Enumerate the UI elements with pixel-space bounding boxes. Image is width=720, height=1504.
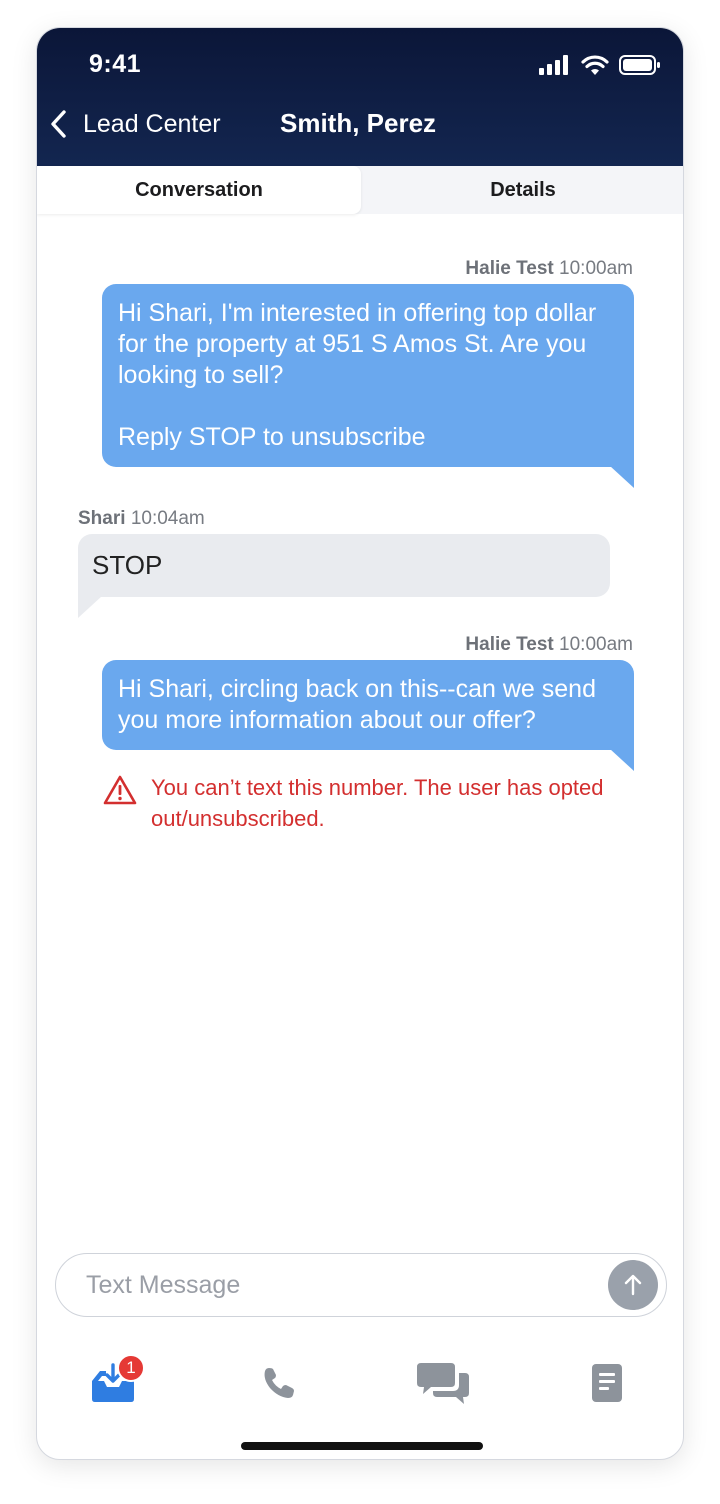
tab-conversation[interactable]: Conversation: [37, 166, 361, 214]
send-button[interactable]: [608, 1260, 658, 1310]
bubble-tail: [610, 466, 634, 488]
signal-icon: [539, 55, 568, 75]
opt-out-error: You can’t text this number. The user has…: [103, 772, 623, 834]
message-time: 10:04am: [130, 508, 205, 529]
status-icons: [539, 55, 661, 75]
message-composer: [55, 1253, 667, 1317]
outgoing-message-bubble[interactable]: Hi Shari, I'm interested in offering top…: [102, 284, 634, 467]
nav-inbox[interactable]: 1: [83, 1354, 145, 1408]
arrow-up-icon: [624, 1274, 642, 1296]
wifi-icon: [581, 55, 609, 75]
tab-bar: Conversation Details: [37, 166, 683, 214]
phone-icon: [264, 1368, 294, 1398]
bubble-tail: [610, 749, 634, 771]
app-header: 9:41 Lead Center Smith, Perez: [37, 28, 683, 166]
message-time: 10:00am: [559, 634, 633, 655]
sender-name: Halie Test: [465, 634, 554, 655]
nav-notes[interactable]: [577, 1358, 637, 1408]
text-message-input[interactable]: [86, 1264, 566, 1306]
bubble-tail: [78, 596, 102, 618]
outgoing-message-bubble[interactable]: Hi Shari, circling back on this--can we …: [102, 660, 634, 750]
message-meta: Halie Test 10:00am: [465, 634, 633, 656]
message-meta: Shari 10:04am: [78, 508, 205, 530]
incoming-message-bubble[interactable]: STOP: [78, 534, 610, 597]
home-indicator: [241, 1442, 483, 1450]
message-meta: Halie Test 10:00am: [465, 258, 633, 280]
document-icon: [592, 1364, 622, 1402]
warning-icon: [103, 775, 137, 805]
error-message: You can’t text this number. The user has…: [151, 775, 604, 831]
tab-details[interactable]: Details: [361, 166, 683, 214]
sender-name: Shari: [78, 508, 126, 529]
sender-name: Halie Test: [465, 258, 554, 279]
chevron-left-icon: [51, 110, 66, 138]
status-time: 9:41: [89, 50, 142, 78]
back-label: Lead Center: [83, 109, 221, 138]
contact-title: Smith, Perez: [280, 108, 437, 138]
nav-messages[interactable]: [413, 1358, 473, 1408]
chat-bubbles-icon: [417, 1363, 469, 1404]
bottom-nav: 1: [37, 1348, 683, 1418]
message-time: 10:00am: [559, 258, 633, 279]
phone-frame: 9:41 Lead Center Smith, Perez Conversati…: [36, 27, 684, 1460]
unread-badge: 1: [117, 1354, 145, 1382]
back-button[interactable]: Lead Center: [49, 104, 221, 144]
nav-calls[interactable]: [249, 1358, 309, 1408]
battery-icon: [619, 55, 660, 75]
